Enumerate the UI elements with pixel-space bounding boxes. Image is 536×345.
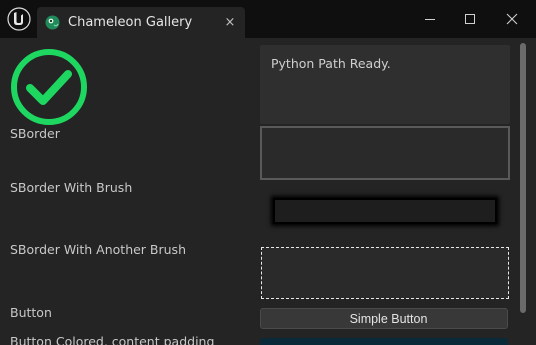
row-label-button-colored: Button Colored, content padding bbox=[10, 334, 215, 345]
sborder-dashed-preview bbox=[261, 247, 509, 299]
close-icon bbox=[506, 13, 518, 25]
simple-button[interactable]: Simple Button bbox=[260, 308, 508, 329]
minimize-icon bbox=[425, 19, 435, 20]
check-circle-icon bbox=[11, 49, 87, 125]
minimize-button[interactable] bbox=[410, 4, 450, 34]
row-label-sborder-another-brush: SBorder With Another Brush bbox=[10, 242, 186, 257]
chameleon-gallery-window: Chameleon Gallery × Python Path Ready. S… bbox=[0, 0, 536, 345]
sborder-preview bbox=[260, 126, 510, 180]
row-label-button: Button bbox=[10, 305, 52, 320]
row-label-sborder: SBorder bbox=[10, 126, 60, 141]
tab-chameleon-gallery[interactable]: Chameleon Gallery × bbox=[37, 7, 245, 38]
python-status-panel: Python Path Ready. bbox=[260, 45, 510, 124]
scrollbar-thumb[interactable] bbox=[520, 43, 526, 313]
tab-close-icon[interactable]: × bbox=[223, 16, 237, 30]
unreal-engine-logo-icon[interactable] bbox=[6, 6, 32, 32]
close-button[interactable] bbox=[492, 4, 532, 34]
chameleon-icon bbox=[45, 15, 60, 30]
python-status-text: Python Path Ready. bbox=[271, 56, 391, 71]
title-bar: Chameleon Gallery × bbox=[0, 0, 536, 38]
maximize-icon bbox=[465, 14, 475, 24]
row-label-sborder-with-brush: SBorder With Brush bbox=[10, 180, 133, 195]
sborder-brush-preview bbox=[273, 198, 497, 224]
tab-title: Chameleon Gallery bbox=[68, 15, 193, 30]
maximize-button[interactable] bbox=[450, 4, 490, 34]
colored-button[interactable] bbox=[260, 338, 508, 345]
gallery-content: Python Path Ready. SBorder SBorder With … bbox=[0, 38, 536, 345]
